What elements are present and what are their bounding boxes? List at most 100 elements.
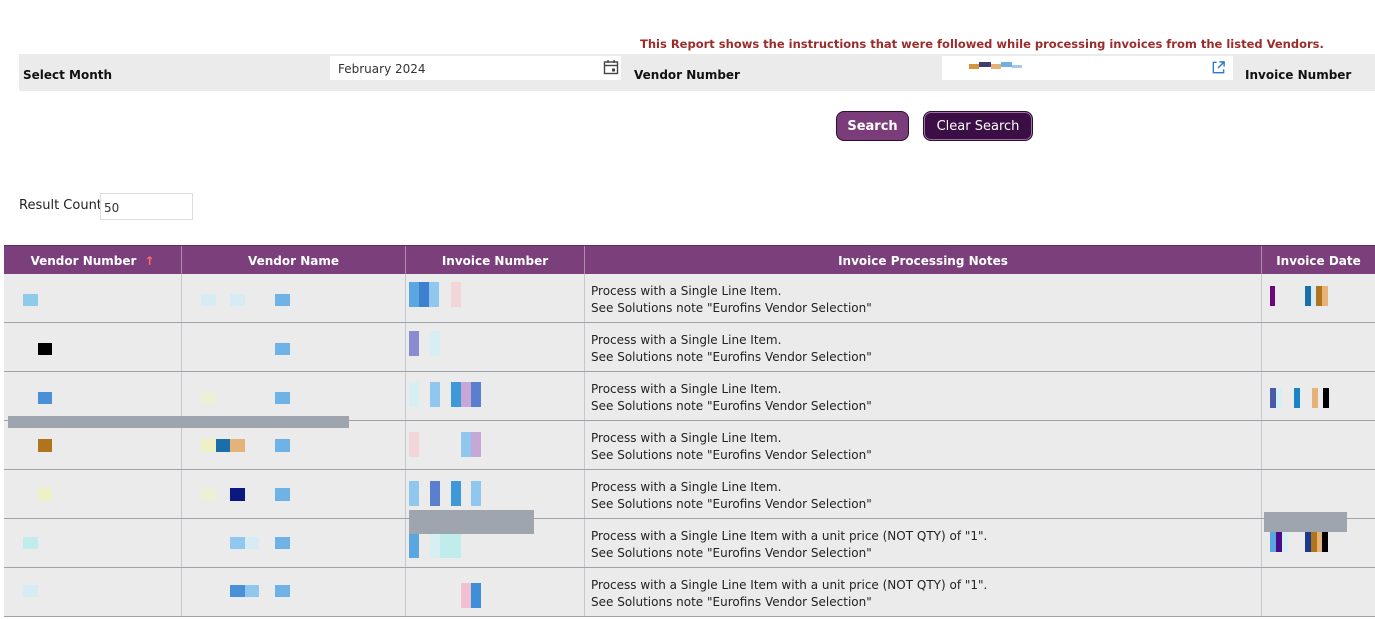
column-header-vendor-number[interactable]: Vendor Number ↑ bbox=[4, 246, 182, 275]
redacted-value bbox=[230, 294, 245, 306]
redacted-value bbox=[1012, 65, 1022, 68]
column-header-vendor-name[interactable]: Vendor Name bbox=[182, 246, 406, 275]
invoice-number-cell bbox=[406, 568, 585, 616]
redacted-value bbox=[23, 585, 38, 597]
table-row[interactable]: Process with a Single Line Item. See Sol… bbox=[4, 421, 1375, 470]
note-line: See Solutions note "Eurofins Vendor Sele… bbox=[591, 546, 872, 560]
note-line: Process with a Single Line Item with a u… bbox=[591, 578, 988, 592]
redacted-value bbox=[471, 481, 481, 506]
column-header-invoice-date[interactable]: Invoice Date bbox=[1262, 246, 1375, 275]
redacted-value bbox=[38, 488, 52, 501]
invoice-date-cell bbox=[1262, 323, 1375, 371]
external-link-icon[interactable] bbox=[1211, 60, 1226, 75]
redacted-value bbox=[1294, 388, 1300, 408]
table-row[interactable]: Process with a Single Line Item with a u… bbox=[4, 568, 1375, 617]
redacted-value bbox=[430, 331, 440, 356]
vendor-number-cell bbox=[4, 519, 182, 567]
select-month-label: Select Month bbox=[23, 68, 113, 82]
redacted-value bbox=[23, 537, 38, 549]
redacted-value bbox=[409, 533, 419, 558]
redacted-value bbox=[245, 585, 259, 597]
note-line: See Solutions note "Eurofins Vendor Sele… bbox=[591, 399, 872, 413]
redacted-value bbox=[461, 432, 471, 457]
table-row[interactable]: Process with a Single Line Item. See Sol… bbox=[4, 323, 1375, 372]
redacted-value bbox=[1322, 532, 1328, 552]
vendor-number-cell bbox=[4, 323, 182, 371]
vendor-name-cell bbox=[182, 519, 406, 567]
redacted-value bbox=[38, 343, 52, 355]
invoice-number-cell bbox=[406, 274, 585, 322]
redacted-value bbox=[275, 392, 290, 404]
redaction-bar bbox=[1264, 512, 1347, 532]
redacted-value bbox=[979, 62, 991, 67]
redacted-value bbox=[201, 439, 216, 452]
vendor-number-cell bbox=[4, 274, 182, 322]
vendor-name-cell bbox=[182, 323, 406, 371]
results-grid: Vendor Number ↑ Vendor Name Invoice Numb… bbox=[4, 245, 1375, 617]
table-row[interactable]: Process with a Single Line Item. See Sol… bbox=[4, 274, 1375, 323]
invoice-date-cell bbox=[1262, 274, 1375, 322]
redacted-value bbox=[1276, 388, 1282, 408]
redacted-value bbox=[230, 585, 245, 597]
table-row[interactable]: Process with a Single Line Item with a u… bbox=[4, 519, 1375, 568]
month-picker-input[interactable]: February 2024 bbox=[330, 56, 621, 80]
redacted-value bbox=[275, 488, 290, 501]
redaction-bar bbox=[8, 416, 349, 428]
redaction-bar bbox=[409, 510, 534, 534]
vendor-name-cell bbox=[182, 470, 406, 518]
note-line: Process with a Single Line Item. bbox=[591, 480, 782, 494]
note-line: See Solutions note "Eurofins Vendor Sele… bbox=[591, 448, 872, 462]
processing-notes-cell: Process with a Single Line Item. See Sol… bbox=[585, 323, 1262, 371]
filter-bar: Select Month February 2024 Vendor Number… bbox=[19, 54, 1375, 91]
redacted-value bbox=[1322, 286, 1328, 306]
search-button[interactable]: Search bbox=[836, 111, 909, 141]
processing-notes-cell: Process with a Single Line Item with a u… bbox=[585, 519, 1262, 567]
redacted-value bbox=[38, 439, 52, 452]
calendar-icon[interactable] bbox=[603, 59, 619, 75]
redacted-value bbox=[1323, 388, 1329, 408]
note-line: Process with a Single Line Item. bbox=[591, 333, 782, 347]
result-count-input[interactable]: 50 bbox=[100, 193, 193, 220]
note-line: See Solutions note "Eurofins Vendor Sele… bbox=[591, 301, 872, 315]
sort-ascending-icon[interactable]: ↑ bbox=[144, 254, 154, 268]
redacted-value bbox=[409, 331, 419, 356]
processing-notes-cell: Process with a Single Line Item. See Sol… bbox=[585, 274, 1262, 322]
column-header-label: Vendor Name bbox=[247, 253, 340, 268]
invoice-date-cell bbox=[1262, 421, 1375, 469]
redacted-value bbox=[230, 488, 245, 501]
redacted-value bbox=[275, 439, 290, 452]
processing-notes-cell: Process with a Single Line Item. See Sol… bbox=[585, 372, 1262, 420]
vendor-number-label: Vendor Number bbox=[634, 68, 740, 82]
redacted-value bbox=[471, 432, 481, 457]
redacted-value bbox=[430, 481, 440, 506]
column-header-label: Invoice Date bbox=[1276, 253, 1361, 268]
table-row[interactable]: Process with a Single Line Item. See Sol… bbox=[4, 470, 1375, 519]
grid-header: Vendor Number ↑ Vendor Name Invoice Numb… bbox=[4, 245, 1375, 275]
redacted-value bbox=[275, 343, 290, 355]
redacted-value bbox=[23, 294, 38, 306]
note-line: Process with a Single Line Item. bbox=[591, 284, 782, 298]
vendor-name-cell bbox=[182, 568, 406, 616]
redacted-value bbox=[409, 481, 419, 506]
column-header-invoice-number[interactable]: Invoice Number bbox=[406, 246, 585, 275]
processing-notes-cell: Process with a Single Line Item. See Sol… bbox=[585, 421, 1262, 469]
invoice-date-cell bbox=[1262, 372, 1375, 420]
note-line: See Solutions note "Eurofins Vendor Sele… bbox=[591, 497, 872, 511]
column-header-processing-notes[interactable]: Invoice Processing Notes bbox=[585, 246, 1262, 275]
invoice-number-label: Invoice Number bbox=[1245, 68, 1352, 82]
invoice-number-cell bbox=[406, 421, 585, 469]
redacted-value bbox=[451, 481, 461, 506]
processing-notes-cell: Process with a Single Line Item with a u… bbox=[585, 568, 1262, 616]
redacted-value bbox=[201, 392, 216, 404]
vendor-number-cell bbox=[4, 470, 182, 518]
vendor-number-cell bbox=[4, 568, 182, 616]
redacted-value bbox=[451, 282, 461, 307]
redacted-value bbox=[969, 64, 979, 69]
clear-search-button[interactable]: Clear Search bbox=[923, 111, 1033, 141]
vendor-number-input[interactable] bbox=[942, 56, 1233, 80]
table-row[interactable]: Process with a Single Line Item. See Sol… bbox=[4, 372, 1375, 421]
column-header-label: Vendor Number bbox=[30, 253, 137, 268]
redacted-value bbox=[1312, 388, 1318, 408]
redacted-value bbox=[419, 282, 429, 307]
redacted-value bbox=[201, 488, 216, 501]
